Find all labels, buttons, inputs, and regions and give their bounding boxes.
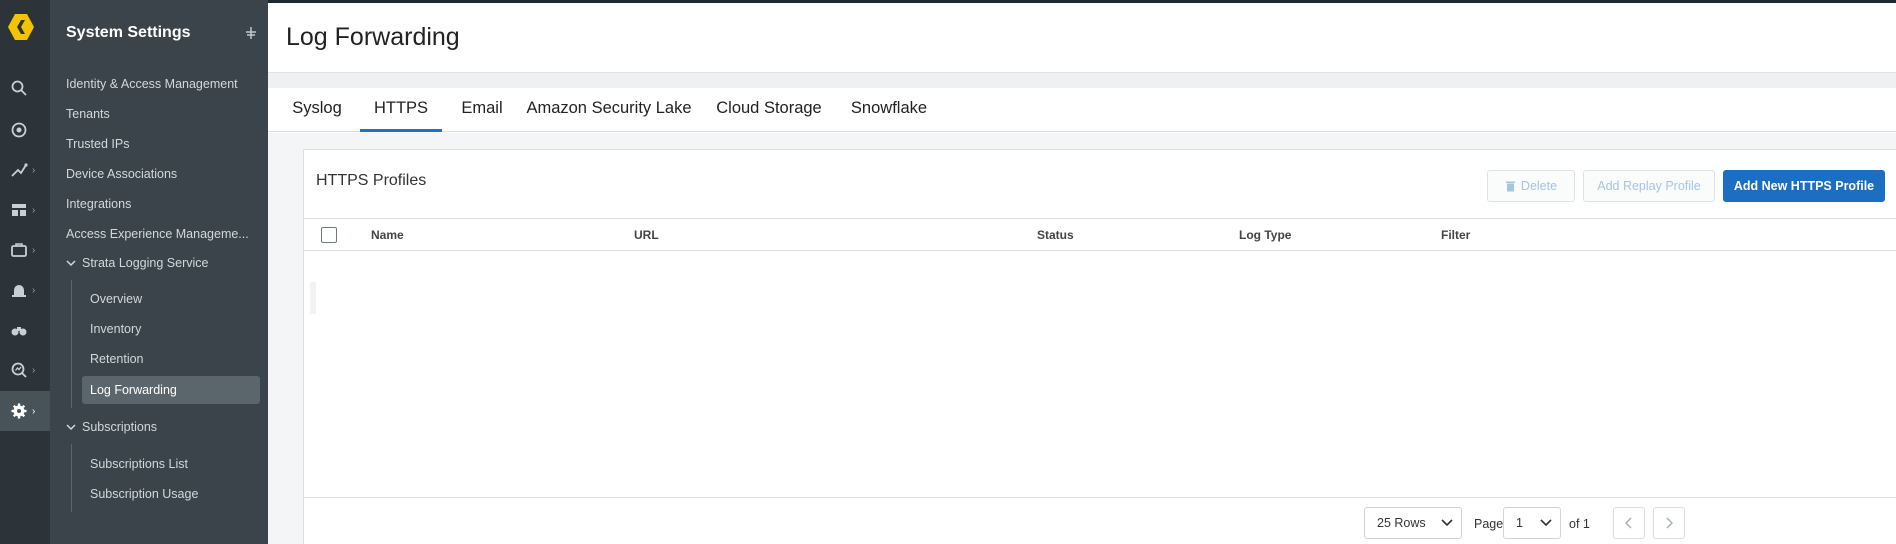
magnifier-chart-icon[interactable]: ›: [0, 350, 50, 390]
sidebar-item-trusted-ips[interactable]: Trusted IPs: [66, 137, 129, 151]
sidebar-group-subscriptions[interactable]: Subscriptions: [66, 420, 157, 434]
pin-icon[interactable]: [244, 26, 258, 40]
sidebar-item-identity[interactable]: Identity & Access Management: [66, 77, 238, 91]
add-new-label: Add New HTTPS Profile: [1733, 179, 1875, 193]
gear-icon[interactable]: ›: [0, 391, 50, 431]
sidebar-item-tenants[interactable]: Tenants: [66, 107, 110, 121]
rows-per-page-select[interactable]: 25 Rows: [1364, 507, 1462, 539]
chevron-right-icon: [1666, 517, 1673, 529]
chevron-left-icon: [1625, 517, 1632, 529]
chevron-right-icon: ›: [32, 364, 36, 376]
alarm-icon[interactable]: ›: [0, 270, 50, 310]
https-profiles-card: HTTPS Profiles Delete Add Replay Profile…: [303, 149, 1896, 544]
tab-https[interactable]: HTTPS: [360, 88, 442, 132]
add-replay-label: Add Replay Profile: [1597, 179, 1701, 193]
main-content: Log Forwarding Syslog HTTPS Email Amazon…: [268, 0, 1896, 544]
search-icon[interactable]: [0, 68, 50, 108]
sidebar-title: System Settings: [66, 24, 191, 41]
sidebar-group-label: Strata Logging Service: [82, 256, 209, 270]
column-header-url[interactable]: URL: [634, 228, 659, 242]
sidebar-item-inventory[interactable]: Inventory: [90, 322, 141, 336]
chevron-down-icon: [1441, 519, 1453, 527]
sidebar-item-retention[interactable]: Retention: [90, 352, 144, 366]
previous-page-button[interactable]: [1613, 507, 1645, 539]
delete-label: Delete: [1520, 179, 1558, 193]
delete-button[interactable]: Delete: [1487, 170, 1575, 202]
target-icon[interactable]: [0, 110, 50, 150]
next-page-button[interactable]: [1653, 507, 1685, 539]
sidebar-item-access-experience[interactable]: Access Experience Manageme...: [66, 227, 249, 241]
card-title: HTTPS Profiles: [316, 172, 427, 189]
chevron-down-icon: [1540, 519, 1552, 527]
add-new-https-profile-button[interactable]: Add New HTTPS Profile: [1723, 170, 1885, 202]
sidebar-item-overview[interactable]: Overview: [90, 292, 142, 306]
add-replay-profile-button[interactable]: Add Replay Profile: [1583, 170, 1715, 202]
select-all-checkbox[interactable]: [321, 227, 337, 243]
page-number-value: 1: [1516, 516, 1523, 530]
header-divider: [268, 72, 1896, 88]
column-header-status[interactable]: Status: [1037, 228, 1074, 242]
binoculars-icon[interactable]: [0, 310, 50, 350]
column-header-filter[interactable]: Filter: [1441, 228, 1470, 242]
tab-cloud-storage[interactable]: Cloud Storage: [708, 88, 830, 132]
tab-email[interactable]: Email: [454, 88, 510, 132]
sidebar-item-log-forwarding[interactable]: Log Forwarding: [82, 376, 260, 404]
tree-line: [71, 444, 72, 512]
page-label: Page: [1474, 517, 1504, 531]
table-header: Name URL Status Log Type Filter: [304, 218, 1896, 251]
settings-sidebar: System Settings Identity & Access Manage…: [50, 0, 268, 544]
tab-bar: Syslog HTTPS Email Amazon Security Lake …: [268, 88, 1896, 132]
table-footer: 25 Rows Page 1 of 1: [304, 497, 1896, 544]
column-header-name[interactable]: Name: [371, 228, 404, 242]
sidebar-item-integrations[interactable]: Integrations: [66, 197, 131, 211]
sidebar-item-device-associations[interactable]: Device Associations: [66, 167, 177, 181]
chevron-right-icon: ›: [32, 405, 36, 417]
sidebar-group-strata-logging[interactable]: Strata Logging Service: [66, 256, 208, 270]
logo-icon[interactable]: [6, 12, 36, 42]
sidebar-item-subscriptions-list[interactable]: Subscriptions List: [90, 457, 188, 471]
pipeline-icon[interactable]: ›: [0, 150, 50, 190]
chevron-right-icon: ›: [32, 204, 36, 216]
chevron-right-icon: ›: [32, 244, 36, 256]
icon-rail: › › › › › ›: [0, 0, 50, 544]
chevron-right-icon: ›: [32, 164, 36, 176]
sidebar-item-subscription-usage[interactable]: Subscription Usage: [90, 487, 198, 501]
chevron-right-icon: ›: [32, 284, 36, 296]
tab-snowflake[interactable]: Snowflake: [842, 88, 936, 132]
chevron-down-icon: [66, 260, 76, 267]
tab-syslog[interactable]: Syslog: [284, 88, 350, 132]
briefcase-icon[interactable]: ›: [0, 230, 50, 270]
rows-per-page-value: 25 Rows: [1377, 516, 1426, 530]
page-number-select[interactable]: 1: [1503, 507, 1561, 539]
sidebar-group-label: Subscriptions: [82, 420, 158, 434]
dashboard-icon[interactable]: ›: [0, 190, 50, 230]
page-total-label: of 1: [1569, 517, 1590, 531]
tree-line: [71, 280, 72, 408]
trash-icon: [1505, 181, 1515, 192]
page-title: Log Forwarding: [286, 23, 460, 51]
column-header-log-type[interactable]: Log Type: [1239, 228, 1291, 242]
chevron-down-icon: [66, 424, 76, 431]
tab-amazon-security-lake[interactable]: Amazon Security Lake: [522, 88, 696, 132]
empty-table-body: [310, 282, 316, 314]
